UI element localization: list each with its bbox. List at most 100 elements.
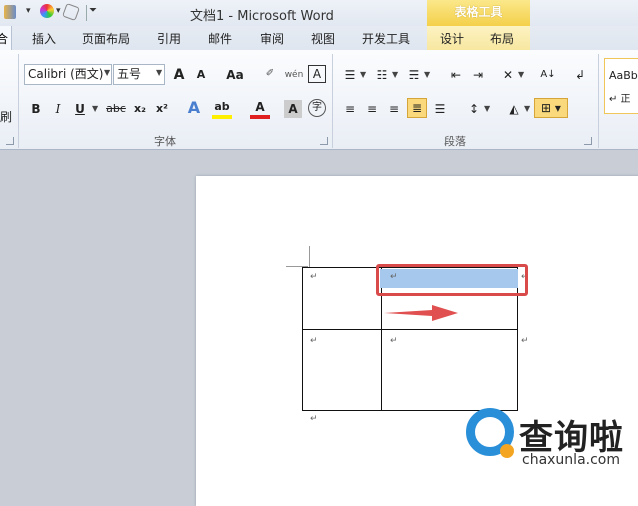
tab-insert[interactable]: 插入: [32, 30, 56, 47]
line-spacing-button[interactable]: ↕: [464, 99, 484, 119]
tab-home[interactable]: 合: [0, 26, 12, 50]
table-tools-context-label: 表格工具: [427, 0, 530, 26]
font-name-value: Calibri (西文): [28, 67, 104, 81]
phonetic-guide-button[interactable]: wén: [284, 65, 304, 85]
numbered-list-icon: ☷: [376, 68, 388, 82]
watermark-url: chaxunla.com: [522, 452, 620, 468]
tab-view[interactable]: 视图: [311, 30, 335, 47]
align-right-icon: ≡: [388, 102, 400, 116]
cell-end-mark: ↵: [390, 336, 398, 346]
bullet-list-icon: ☰: [344, 68, 356, 82]
align-left-button[interactable]: ≡: [340, 99, 360, 119]
chevron-down-icon: ▼: [92, 104, 99, 113]
tab-layout[interactable]: 布局: [490, 30, 514, 47]
subscript-button[interactable]: x₂: [130, 99, 150, 119]
tab-page-layout[interactable]: 页面布局: [82, 30, 130, 47]
font-color-button[interactable]: A: [250, 99, 270, 119]
color-wheel-icon[interactable]: [40, 4, 54, 18]
clipboard-launcher-icon[interactable]: [6, 137, 14, 145]
table-cell[interactable]: [381, 329, 518, 411]
align-center-button[interactable]: ≡: [362, 99, 382, 119]
shrink-font-button[interactable]: A: [191, 65, 211, 85]
annotation-arrow-icon: [384, 305, 458, 321]
line-spacing-icon: ↕: [468, 102, 480, 116]
strikethrough-button[interactable]: abc: [104, 99, 128, 119]
group-separator: [598, 54, 599, 148]
font-group-label: 字体: [154, 135, 176, 148]
row-end-mark: ↵: [521, 336, 529, 346]
dropdown-icon[interactable]: ▾: [26, 6, 31, 16]
align-right-button[interactable]: ≡: [384, 99, 404, 119]
style-normal-swatch[interactable]: AaBb ↵ 正: [604, 58, 638, 114]
quick-access-toolbar: ▾ ▾ ⏷: [0, 3, 100, 23]
paragraph-launcher-icon[interactable]: [584, 137, 592, 145]
customize-qat-icon[interactable]: ⏷: [89, 5, 97, 16]
bold-button[interactable]: B: [26, 99, 46, 119]
group-separator: [332, 54, 333, 148]
text-margin-corner: [309, 246, 310, 268]
tab-developer[interactable]: 开发工具: [362, 30, 410, 47]
tab-review[interactable]: 审阅: [260, 30, 284, 47]
enclose-char-button[interactable]: 字: [308, 99, 326, 117]
chevron-down-icon: ▼: [104, 68, 111, 77]
decrease-indent-icon: ⇤: [450, 68, 462, 82]
grow-font-button[interactable]: A: [169, 65, 189, 85]
justify-icon: ≣: [411, 101, 423, 115]
multilevel-list-button[interactable]: ☴: [404, 65, 424, 85]
tab-design[interactable]: 设计: [440, 30, 464, 47]
char-shading-button[interactable]: A: [284, 100, 302, 118]
char-border-button[interactable]: A: [308, 65, 326, 83]
clear-format-button[interactable]: ✐: [260, 64, 280, 84]
window-title: 文档1 - Microsoft Word: [190, 9, 334, 24]
superscript-button[interactable]: x²: [152, 99, 172, 119]
group-separator: [18, 54, 19, 148]
distributed-icon: ☰: [434, 102, 446, 116]
underline-button[interactable]: U: [70, 99, 90, 119]
pen-icon[interactable]: [62, 3, 80, 21]
annotation-highlight-box: [376, 264, 528, 296]
style-name: ↵ 正: [609, 94, 631, 105]
separator: [86, 5, 87, 21]
decrease-indent-button[interactable]: ⇤: [446, 65, 466, 85]
cell-end-mark: ↵: [310, 272, 318, 282]
font-launcher-icon[interactable]: [320, 137, 328, 145]
paint-bucket-icon: ◭: [509, 102, 519, 116]
paragraph-group-label: 段落: [444, 135, 466, 148]
highlight-button[interactable]: ab: [212, 99, 232, 119]
justify-button[interactable]: ≣: [407, 98, 427, 118]
asian-layout-button[interactable]: ✕: [498, 65, 518, 85]
chevron-down-icon: ▼: [156, 68, 163, 77]
chevron-down-icon: ▼: [524, 104, 531, 113]
borders-icon: ⊞ ▾: [541, 101, 561, 115]
chevron-down-icon: ▼: [484, 104, 491, 113]
align-center-icon: ≡: [366, 102, 378, 116]
eraser-icon: ✐: [265, 68, 275, 79]
increase-indent-icon: ⇥: [472, 68, 484, 82]
style-preview-text: AaBb: [609, 69, 638, 82]
chevron-down-icon: ▼: [424, 70, 431, 79]
show-marks-button[interactable]: ↲: [570, 65, 590, 85]
tab-mailings[interactable]: 邮件: [208, 30, 232, 47]
tab-references[interactable]: 引用: [157, 30, 181, 47]
increase-indent-button[interactable]: ⇥: [468, 65, 488, 85]
paragraph-mark: ↵: [310, 414, 318, 424]
numbering-button[interactable]: ☷: [372, 65, 392, 85]
text-effects-button[interactable]: A: [184, 98, 204, 118]
sort-icon: A↓: [540, 69, 556, 80]
font-size-value: 五号: [117, 67, 142, 81]
bullets-button[interactable]: ☰: [340, 65, 360, 85]
sort-button[interactable]: A↓: [538, 65, 558, 85]
cell-end-mark: ↵: [310, 336, 318, 346]
chevron-down-icon: ▼: [392, 70, 399, 79]
chevron-down-icon: ▼: [360, 70, 367, 79]
shading-button[interactable]: ◭: [504, 99, 524, 119]
tab-home-label: 合: [0, 32, 9, 46]
distributed-button[interactable]: ☰: [430, 99, 450, 119]
multilevel-list-icon: ☴: [408, 68, 420, 82]
dropdown-icon[interactable]: ▾: [56, 6, 61, 16]
italic-button[interactable]: I: [48, 99, 68, 119]
change-case-button[interactable]: Aa: [222, 65, 248, 85]
font-name-dropdown[interactable]: Calibri (西文): [24, 64, 112, 85]
format-painter-icon[interactable]: [4, 5, 16, 19]
borders-button[interactable]: ⊞ ▾: [534, 98, 568, 118]
